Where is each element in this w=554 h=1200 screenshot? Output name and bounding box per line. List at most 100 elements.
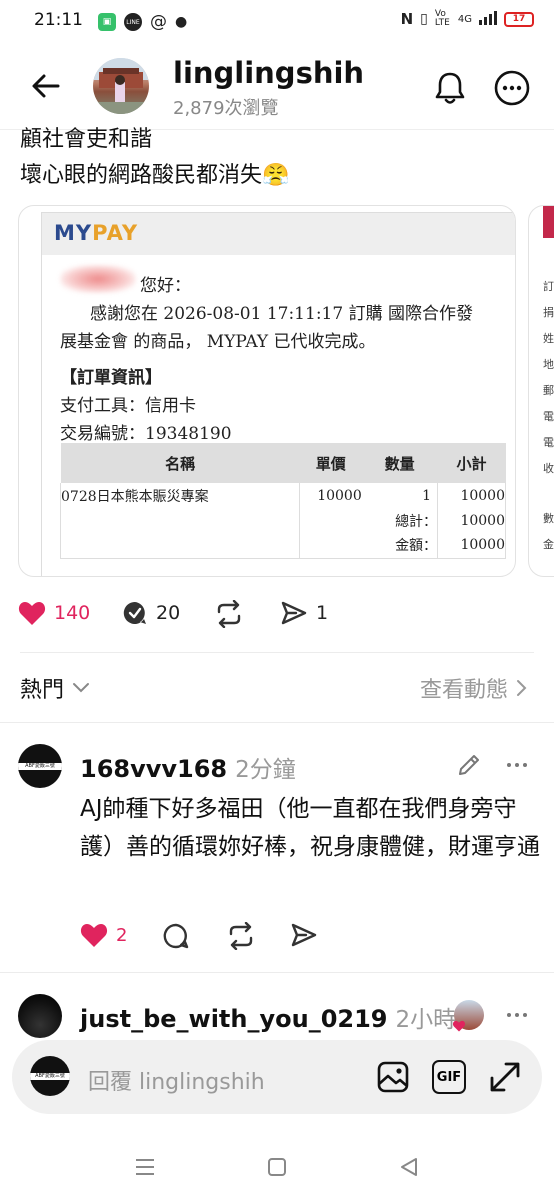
gif-button[interactable]: GIF [432,1060,466,1094]
comment-like-count: 2 [116,924,128,946]
like-count: 140 [54,602,91,624]
author-username[interactable]: linglingshih [173,56,364,90]
expand-icon [490,1062,520,1092]
receipt-body: 感謝您在 2026-08-01 17:11:17 訂購 國際合作發 [90,304,473,324]
comment-bubble-icon [163,923,189,949]
chevron-right-icon [517,680,527,696]
comment-text: AJ帥種下好多福田（他一直都在我們身旁守護）善的循環妳好棒，祝身康體健，財運亨通 [80,796,540,860]
chat-icon: ▣ [98,13,116,31]
arrow-left-icon [32,74,60,98]
comment-header: 168vvv168 2分鐘 [80,750,296,784]
comment-check-icon [123,601,146,624]
comment-more-button[interactable] [504,1002,530,1032]
commenter-username[interactable]: just_be_with_you_0219 [80,1005,388,1033]
commenter-username[interactable]: 168vvv168 [80,755,227,783]
divider [0,722,554,723]
recent-apps-button[interactable] [134,1156,156,1182]
image-icon [377,1061,409,1093]
author-liked-avatar [452,1000,484,1032]
post-header: linglingshih 2,879次瀏覽 [0,44,554,130]
redacted-name [60,265,136,293]
sort-dropdown[interactable]: 熱門 [20,672,90,704]
table-row: 總計： 10000 [59,508,506,533]
my-avatar: ABF愛飯三號 [30,1056,70,1096]
more-icon [494,70,530,106]
more-options-button[interactable] [492,68,532,108]
expand-button[interactable] [488,1060,522,1098]
nav-back-button[interactable] [398,1156,420,1182]
vibrate-icon: ▯ [420,11,428,27]
volte-label: Vo LTE [434,9,450,28]
commenter-avatar[interactable] [18,994,62,1038]
send-icon [281,601,307,625]
attach-image-button[interactable] [376,1060,410,1098]
repost-icon [217,600,241,628]
view-count: 2,879次瀏覽 [173,98,279,119]
menu-icon [136,1159,154,1175]
activity-label: 查看動態 [419,678,508,703]
reply-input[interactable]: 回覆 linglingshih [88,1064,265,1096]
post-text-line: 壞心眼的網路酸民都消失😤 [20,163,290,188]
comment-count: 20 [156,602,181,624]
comment-share-button[interactable] [290,922,318,952]
divider [0,972,554,973]
heart-filled-icon [452,1020,466,1032]
sort-label: 熱門 [20,678,65,703]
bell-icon [435,72,465,104]
status-app-icons: ▣ LINE @ ● [98,12,187,32]
receipt-txn-no: 交易編號：19348190 [60,424,232,444]
receipt-logo-bar: MYPAY [42,213,515,255]
receipt-section-title: 【訂單資訊】 [60,368,162,388]
comment-time: 2小時 [395,1007,457,1033]
repost-icon [229,921,253,951]
triangle-back-icon [401,1158,417,1176]
repost-button[interactable] [214,600,244,628]
more-horizontal-icon [507,763,527,767]
home-button[interactable] [266,1156,288,1182]
receipt-document: MYPAY 您好： 感謝您在 2026-08-01 17:11:17 訂購 國際… [41,212,515,576]
system-nav-bar [0,1140,554,1200]
notification-button[interactable] [430,68,470,108]
receipt-greeting: 您好： [140,276,191,296]
heart-filled-icon [18,602,46,625]
chevron-down-icon [73,683,90,693]
receipt-table: 名稱 單價 數量 小計 0728日本熊本賑災專案 10000 1 10000 總… [59,443,506,559]
send-icon [291,923,317,947]
square-icon [268,1158,286,1176]
view-activity-link[interactable]: 查看動態 [420,672,528,704]
dot-icon: ● [175,14,188,30]
post-image-next[interactable]: 訂 捐 姓 地 郵 電 電 收 數 金 [528,205,554,577]
edit-button[interactable] [456,752,482,782]
receipt-pay-tool: 支付工具：信用卡 [60,396,196,416]
status-system-icons: N ▯ Vo LTE 4G 17 [401,10,534,28]
post-image-receipt[interactable]: MYPAY 您好： 感謝您在 2026-08-01 17:11:17 訂購 國際… [18,205,516,577]
share-button[interactable]: 1 [280,600,328,626]
comment-more-button[interactable] [504,752,530,782]
divider [20,652,534,653]
like-button[interactable]: 140 [18,600,90,626]
comment-time: 2分鐘 [235,757,296,783]
comment-reply-button[interactable] [162,922,190,954]
commenter-avatar[interactable]: ABF愛飯三號 [18,744,62,788]
post-text-line: 顧社會吏和諧 [20,127,153,152]
receipt-body: 展基金會 的商品， MYPAY 已代收完成。 [60,332,376,352]
back-button[interactable] [28,68,64,104]
status-time: 21:11 [34,10,83,30]
signal-icon [479,10,497,28]
heart-filled-icon [80,924,108,947]
more-horizontal-icon [507,1013,527,1017]
line-icon: LINE [124,13,142,31]
table-row: 0728日本熊本賑災專案 10000 1 10000 [59,483,506,508]
author-avatar[interactable] [93,58,149,114]
battery-icon: 17 [504,11,534,27]
next-image-header [543,206,554,238]
share-count: 1 [316,602,329,624]
comment-repost-button[interactable] [226,921,256,954]
comment-button[interactable]: 20 [122,600,180,626]
status-bar: 21:11 ▣ LINE @ ● N ▯ Vo LTE 4G 17 [0,0,554,44]
mypay-logo: MYPAY [54,221,139,245]
reply-bar: ABF愛飯三號 回覆 linglingshih GIF [12,1040,542,1114]
network-label: 4G [457,13,472,25]
comment-header: just_be_with_you_0219 2小時 [80,1000,456,1034]
comment-like-button[interactable]: 2 [80,922,127,948]
